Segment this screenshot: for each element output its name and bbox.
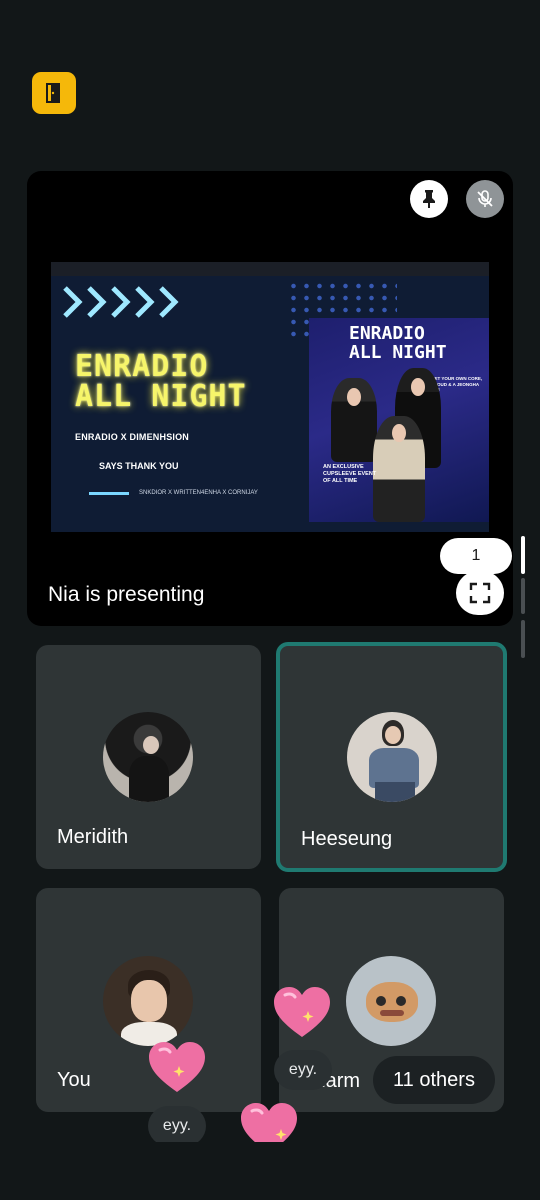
poster-person: [373, 416, 425, 522]
poster-person: [331, 378, 377, 462]
poster-image: ENRADIO ALL NIGHT GET YOUR OWN CORE, CLO…: [309, 318, 489, 522]
slide-credit: SNKDIOR X WRITTEN4ENHA X CORNIJAY: [139, 490, 258, 496]
slide-top-bar: [51, 262, 489, 276]
presenting-label: Nia is presenting: [48, 583, 205, 606]
slide-title-line-2: ALL NIGHT: [75, 379, 247, 414]
avatar: [347, 712, 437, 802]
mic-off-icon: [477, 190, 493, 207]
sparkling-heart-icon: [149, 1042, 205, 1092]
shared-slide: ENRADIO ALL NIGHT ENRADIO X DIMENHSION S…: [51, 262, 489, 532]
avatar: [103, 956, 193, 1046]
page-indicator[interactable]: [521, 620, 525, 658]
bottom-cutoff: [0, 1142, 540, 1200]
slide-title: ENRADIO ALL NIGHT: [75, 352, 247, 412]
avatar: [103, 712, 193, 802]
fullscreen-button[interactable]: [456, 571, 504, 615]
participant-name: Meridith: [57, 826, 129, 848]
poster-title-line-1: ENRADIO: [349, 323, 425, 344]
participant-name: Heeseung: [301, 828, 393, 850]
page-indicator-active[interactable]: [521, 536, 525, 574]
chevron-arrows-graphic: [59, 282, 189, 322]
participant-name: You: [57, 1069, 91, 1091]
fullscreen-icon: [469, 582, 491, 604]
pin-button[interactable]: [410, 180, 448, 218]
page-indicator[interactable]: [521, 578, 525, 614]
chat-reaction-bubble: eyy.: [274, 1050, 332, 1090]
sparkling-heart-icon: [274, 987, 330, 1037]
slide-divider: [89, 492, 129, 495]
avatar: [346, 956, 436, 1046]
participant-tile-active-speaker[interactable]: Heeseung: [276, 642, 507, 872]
poster-title: ENRADIO ALL NIGHT: [349, 324, 447, 362]
pin-icon: [423, 190, 435, 208]
slide-title-line-1: ENRADIO: [75, 349, 209, 384]
participant-tile[interactable]: Meridith: [36, 645, 261, 869]
leave-call-button[interactable]: [32, 72, 76, 114]
slide-thanks-text: SAYS THANK YOU: [99, 461, 179, 471]
poster-note: AN EXCLUSIVE CUPSLEEVE EVENT OF ALL TIME: [323, 464, 377, 484]
chat-reaction-bubble: eyy.: [148, 1106, 206, 1146]
others-count-button[interactable]: 11 others: [373, 1056, 495, 1104]
mic-muted-indicator: [466, 180, 504, 218]
poster-title-line-2: ALL NIGHT: [349, 342, 447, 363]
slide-subtitle: ENRADIO X DIMENHSION: [75, 432, 190, 442]
page-number-badge: 1: [440, 538, 512, 574]
door-exit-icon: [46, 83, 60, 103]
